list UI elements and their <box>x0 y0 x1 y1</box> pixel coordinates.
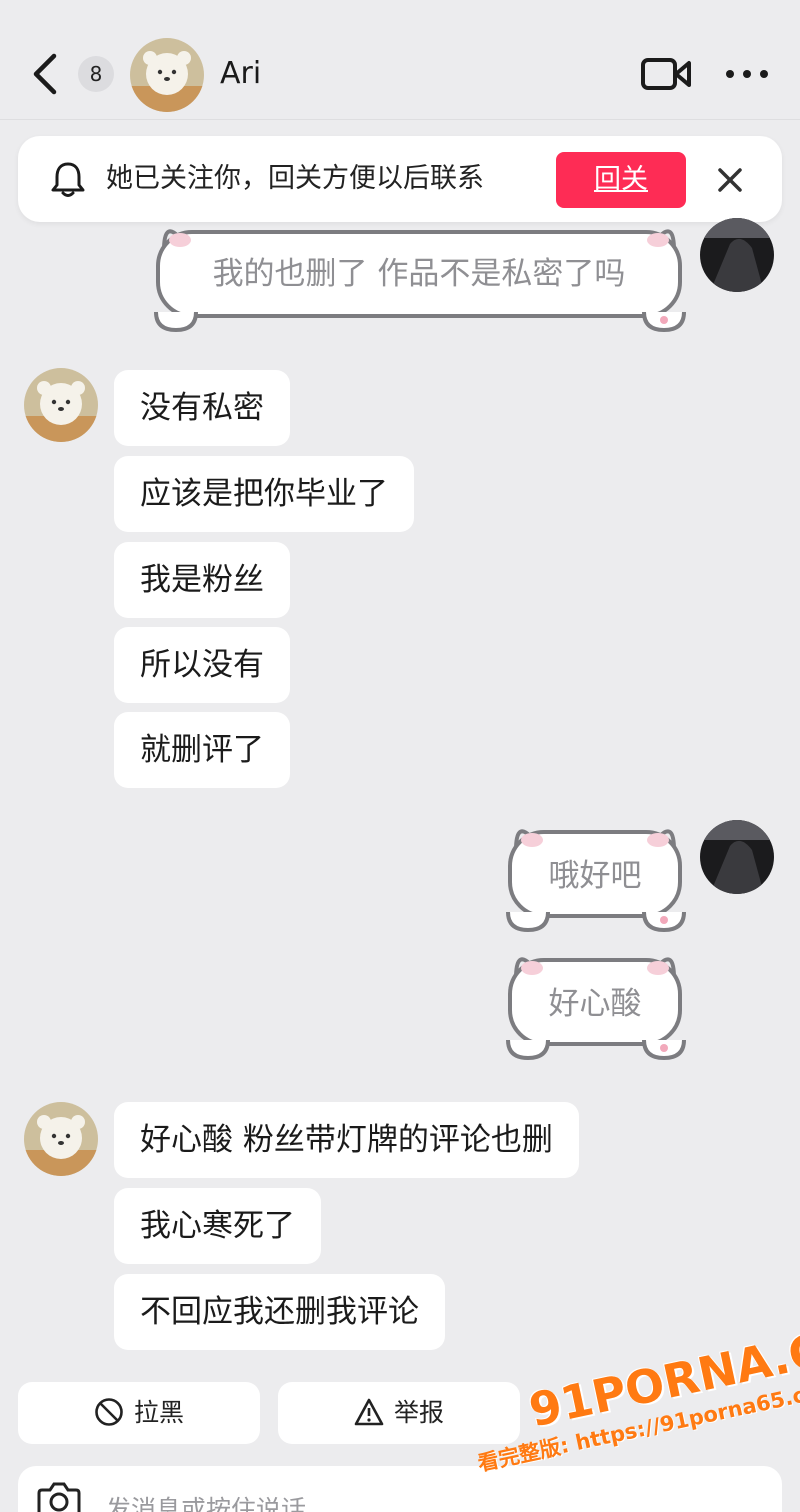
received-message-bubble[interactable]: 好心酸 粉丝带灯牌的评论也删 <box>114 1102 579 1178</box>
sent-message-bubble[interactable]: 好心酸 <box>502 950 688 1062</box>
contact-avatar[interactable] <box>24 368 98 442</box>
back-icon[interactable] <box>28 52 64 96</box>
contact-avatar[interactable] <box>130 38 204 112</box>
report-label: 举报 <box>393 1398 444 1427</box>
contact-avatar[interactable] <box>24 1102 98 1176</box>
unread-count-badge[interactable]: 8 <box>78 56 114 92</box>
block-icon <box>94 1388 124 1426</box>
watermark-logo: 91PORNA.COM 看完整版: https://91porna65.com <box>470 1305 800 1512</box>
received-message-bubble[interactable]: 所以没有 <box>114 627 290 703</box>
received-message-bubble[interactable]: 应该是把你毕业了 <box>114 456 414 532</box>
my-avatar[interactable] <box>700 218 774 292</box>
video-call-icon[interactable] <box>640 54 692 94</box>
received-message-bubble[interactable]: 我心寒死了 <box>114 1188 321 1264</box>
received-message-bubble[interactable]: 就删评了 <box>114 712 290 788</box>
follow-back-button[interactable]: 回关 <box>556 152 686 208</box>
follow-back-banner: 她已关注你，回关方便以后联系 回关 <box>18 136 782 222</box>
camera-icon[interactable] <box>36 1480 82 1512</box>
contact-name[interactable]: Ari <box>220 56 261 92</box>
message-input[interactable]: 发消息或按住说话 <box>106 1490 306 1512</box>
block-label: 拉黑 <box>133 1398 184 1427</box>
block-button[interactable]: 拉黑 <box>18 1382 260 1444</box>
bell-icon <box>50 160 86 198</box>
chat-header: 8 Ari <box>0 0 800 120</box>
message-text: 我的也删了 作品不是私密了吗 <box>212 256 626 292</box>
message-text: 好心酸 <box>548 986 642 1022</box>
sent-message-bubble[interactable]: 我的也删了 作品不是私密了吗 <box>150 222 688 334</box>
sent-message-bubble[interactable]: 哦好吧 <box>502 822 688 934</box>
my-avatar[interactable] <box>700 820 774 894</box>
more-icon[interactable] <box>722 60 772 88</box>
received-message-bubble[interactable]: 我是粉丝 <box>114 542 290 618</box>
message-text: 哦好吧 <box>548 858 642 894</box>
close-icon[interactable] <box>710 160 750 200</box>
received-message-bubble[interactable]: 不回应我还删我评论 <box>114 1274 445 1350</box>
warning-icon <box>354 1388 384 1426</box>
received-message-bubble[interactable]: 没有私密 <box>114 370 290 446</box>
follow-banner-text: 她已关注你，回关方便以后联系 <box>106 163 484 194</box>
